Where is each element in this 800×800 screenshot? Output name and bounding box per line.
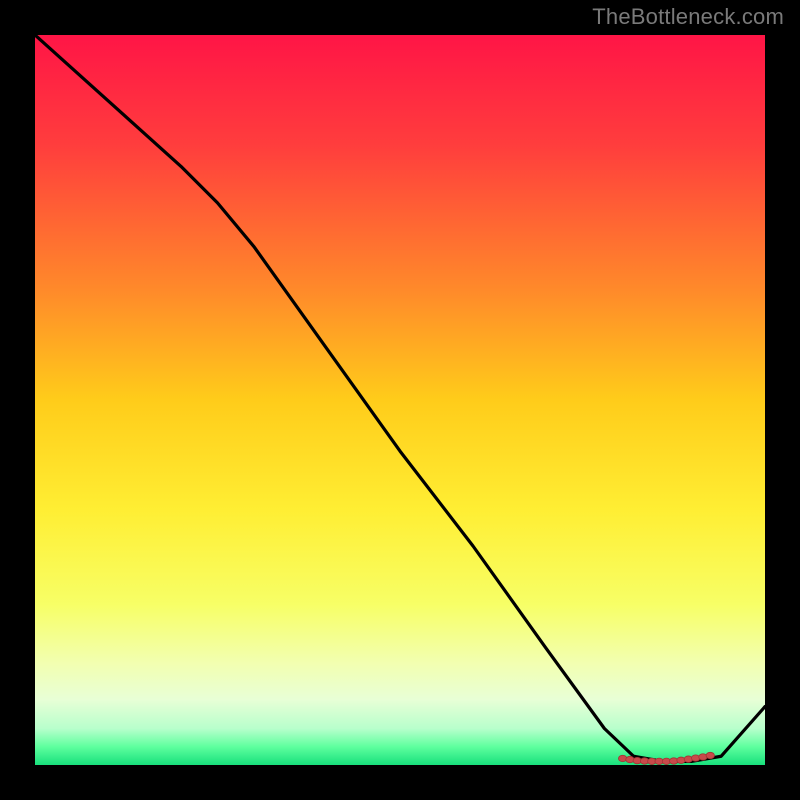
chart-frame: TheBottleneck.com: [0, 0, 800, 800]
attribution-text: TheBottleneck.com: [592, 4, 784, 30]
optimal-marker-dot: [706, 752, 714, 758]
gradient-background: [35, 35, 765, 765]
plot-area: [35, 35, 765, 765]
chart-svg: [35, 35, 765, 765]
